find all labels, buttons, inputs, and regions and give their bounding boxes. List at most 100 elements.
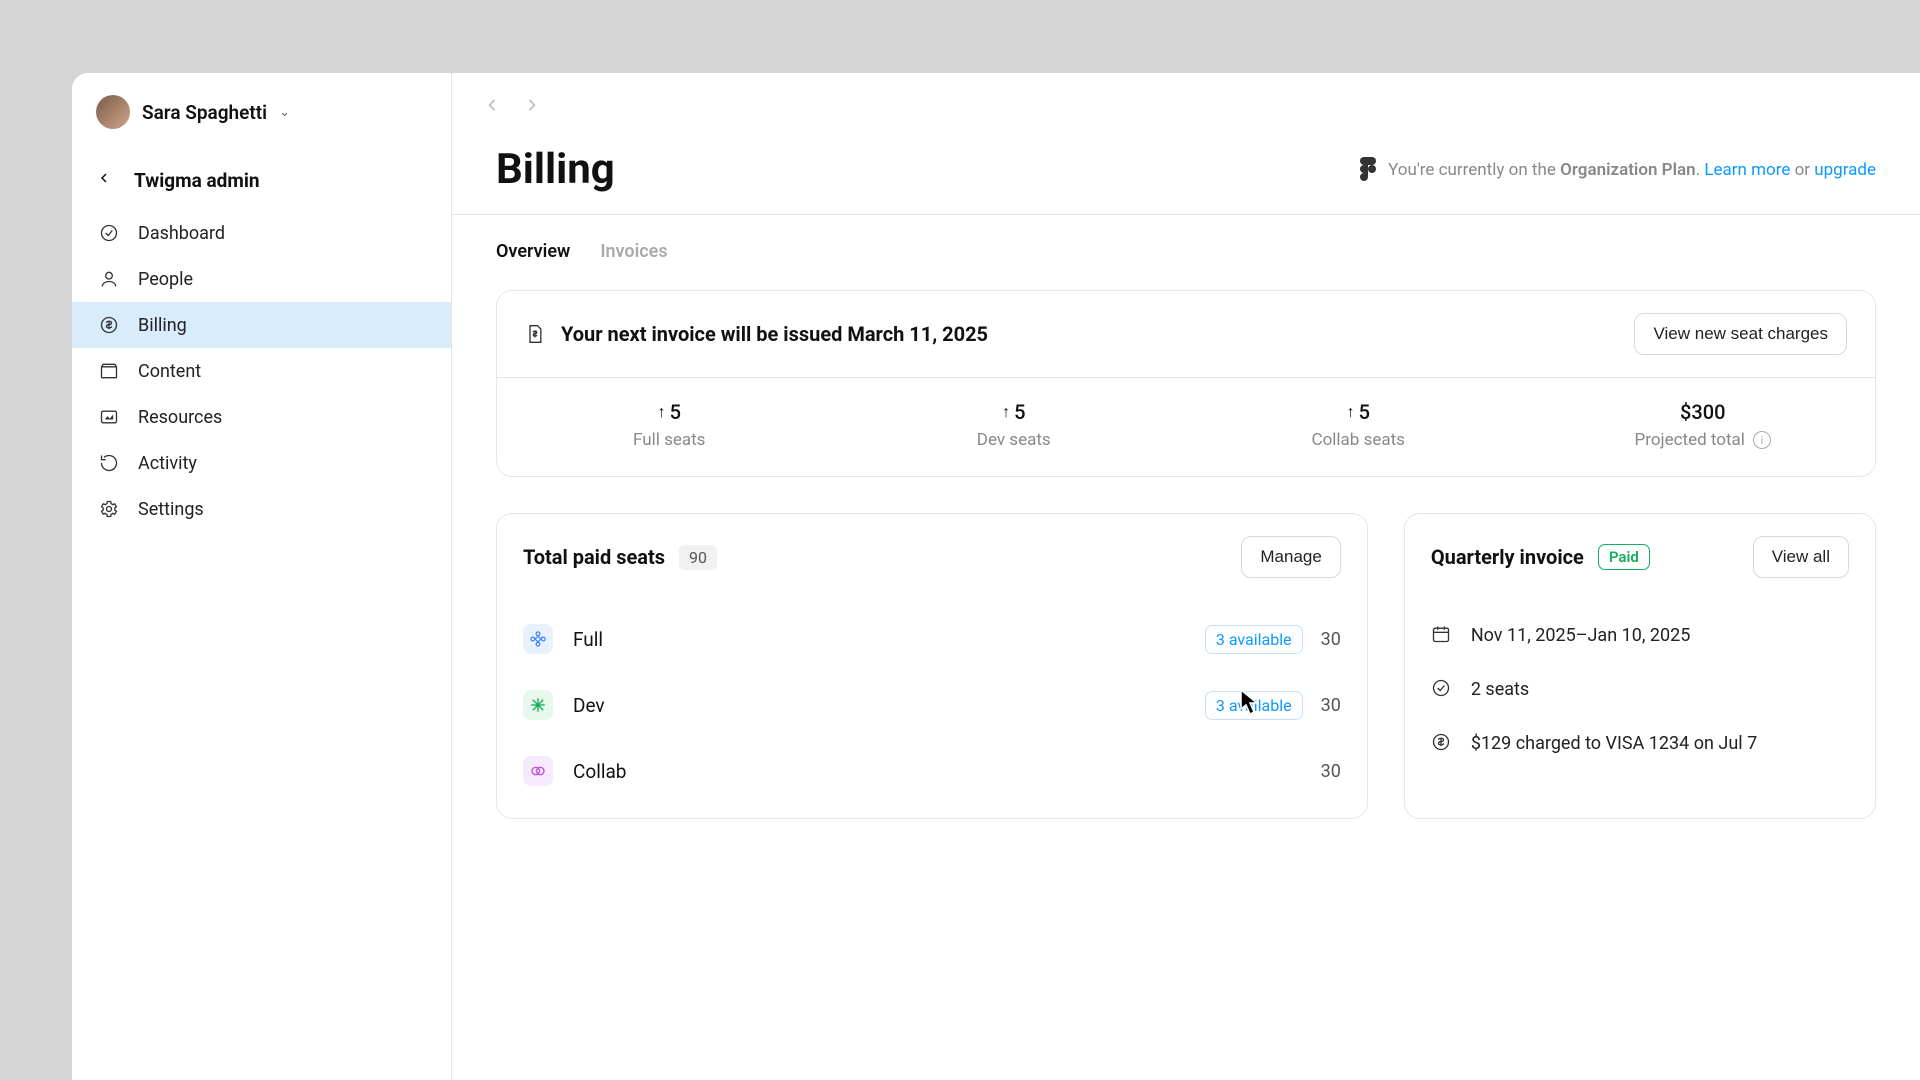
arrow-up-icon: ↑ [1347,402,1355,422]
main: Billing You're currently on the Organiza… [452,73,1920,1080]
nav-label: Activity [138,453,197,474]
plan-prefix: You're currently on the [1388,160,1560,180]
avatar [96,95,130,129]
dollar-circle-icon [1431,732,1453,754]
invoice-stats: ↑5 Full seats ↑5 Dev seats ↑5 Collab sea… [497,377,1875,476]
nav-resources[interactable]: Resources [72,394,451,440]
figma-logo-icon [1360,157,1378,183]
stat-dev-seats: ↑5 Dev seats [842,378,1187,476]
quarterly-list: Nov 11, 2025–Jan 10, 2025 2 seats $129 c… [1405,600,1875,790]
back-icon[interactable] [96,170,116,191]
chevron-down-icon: ⌄ [279,105,290,120]
settings-icon [98,498,120,520]
quarterly-card: Quarterly invoice Paid View all Nov 11, … [1404,513,1876,819]
seats-card: Total paid seats 90 Manage Full [496,513,1368,819]
user-menu[interactable]: Sara Spaghetti ⌄ [72,73,451,151]
header: Billing You're currently on the Organiza… [452,121,1920,214]
quarterly-seats: 2 seats [1471,679,1529,700]
calendar-icon [1431,624,1453,646]
nav-label: Resources [138,407,222,428]
nav-label: Settings [138,499,204,520]
billing-icon [98,314,120,336]
stat-label: Dev seats [977,430,1051,450]
stat-label: Collab seats [1312,430,1405,450]
nav-billing[interactable]: Billing [72,302,451,348]
two-col: Total paid seats 90 Manage Full [496,513,1876,819]
nav-activity[interactable]: Activity [72,440,451,486]
stat-value: 5 [670,400,681,424]
content: Overview Invoices Your next invoice will… [452,215,1920,841]
tabs: Overview Invoices [496,237,1876,266]
stat-value: 5 [1014,400,1025,424]
arrow-up-icon: ↑ [658,402,666,422]
paid-badge: Paid [1598,544,1650,570]
seat-row-full: Full 3 available 30 [497,606,1367,672]
stat-value: 5 [1359,400,1370,424]
nav-dashboard[interactable]: Dashboard [72,210,451,256]
plan-or: or [1790,160,1814,180]
stat-projected-total: $300 Projected total i [1531,378,1876,476]
seat-dev-icon [523,690,553,720]
info-icon[interactable]: i [1753,431,1771,449]
invoice-icon [525,322,545,346]
quarterly-charge: $129 charged to VISA 1234 on Jul 7 [1471,733,1757,754]
stat-full-seats: ↑5 Full seats [497,378,842,476]
manage-button[interactable]: Manage [1241,536,1340,578]
quarterly-date-row: Nov 11, 2025–Jan 10, 2025 [1405,608,1875,662]
nav-label: Dashboard [138,223,225,244]
history-back-icon[interactable] [482,95,502,121]
stat-label: Full seats [633,430,705,450]
seats-total-badge: 90 [679,545,717,570]
seat-full-icon [523,624,553,654]
resources-icon [98,406,120,428]
seats-head: Total paid seats 90 Manage [497,514,1367,600]
seats-title: Total paid seats [523,545,665,569]
next-invoice-title: Your next invoice will be issued March 1… [561,322,988,346]
view-all-button[interactable]: View all [1753,536,1849,578]
org-title: Twigma admin [134,169,260,192]
quarterly-title: Quarterly invoice [1431,545,1584,569]
plan-name: Organization Plan [1560,160,1696,180]
available-badge[interactable]: 3 available [1205,625,1303,654]
tab-overview[interactable]: Overview [496,237,570,266]
nav-people[interactable]: People [72,256,451,302]
plan-banner: You're currently on the Organization Pla… [1360,157,1876,183]
upgrade-link[interactable]: upgrade [1814,160,1876,180]
history-forward-icon[interactable] [522,95,542,121]
seat-count: 30 [1321,761,1341,782]
org-header: Twigma admin [72,151,451,202]
next-invoice-panel: Your next invoice will be issued March 1… [496,290,1876,477]
nav: Dashboard People Billing Content Resourc… [72,202,451,540]
app-window: Sara Spaghetti ⌄ Twigma admin Dashboard … [72,73,1920,1080]
next-invoice-head: Your next invoice will be issued March 1… [497,291,1875,377]
seat-count: 30 [1321,695,1341,716]
seat-count: 30 [1321,629,1341,650]
nav-label: People [138,269,193,290]
seat-name: Dev [573,694,605,717]
stat-value: $300 [1680,400,1725,424]
quarterly-date: Nov 11, 2025–Jan 10, 2025 [1471,625,1691,646]
content-icon [98,360,120,382]
topbar [452,73,1920,121]
dashboard-icon [98,222,120,244]
nav-label: Billing [138,315,187,336]
tab-invoices[interactable]: Invoices [600,237,667,266]
available-badge[interactable]: 3 available [1205,691,1303,720]
nav-content[interactable]: Content [72,348,451,394]
stat-label: Projected total [1635,430,1745,450]
nav-label: Content [138,361,201,382]
quarterly-seats-row: 2 seats [1405,662,1875,716]
quarterly-head: Quarterly invoice Paid View all [1405,514,1875,600]
stat-collab-seats: ↑5 Collab seats [1186,378,1531,476]
seat-name: Collab [573,760,626,783]
seat-name: Full [573,628,603,651]
nav-settings[interactable]: Settings [72,486,451,532]
quarterly-charge-row: $129 charged to VISA 1234 on Jul 7 [1405,716,1875,770]
check-circle-icon [1431,678,1453,700]
activity-icon [98,452,120,474]
learn-more-link[interactable]: Learn more [1704,160,1790,180]
seat-collab-icon [523,756,553,786]
sidebar: Sara Spaghetti ⌄ Twigma admin Dashboard … [72,73,452,1080]
view-seat-charges-button[interactable]: View new seat charges [1634,313,1847,355]
seat-row-collab: Collab 30 [497,738,1367,804]
